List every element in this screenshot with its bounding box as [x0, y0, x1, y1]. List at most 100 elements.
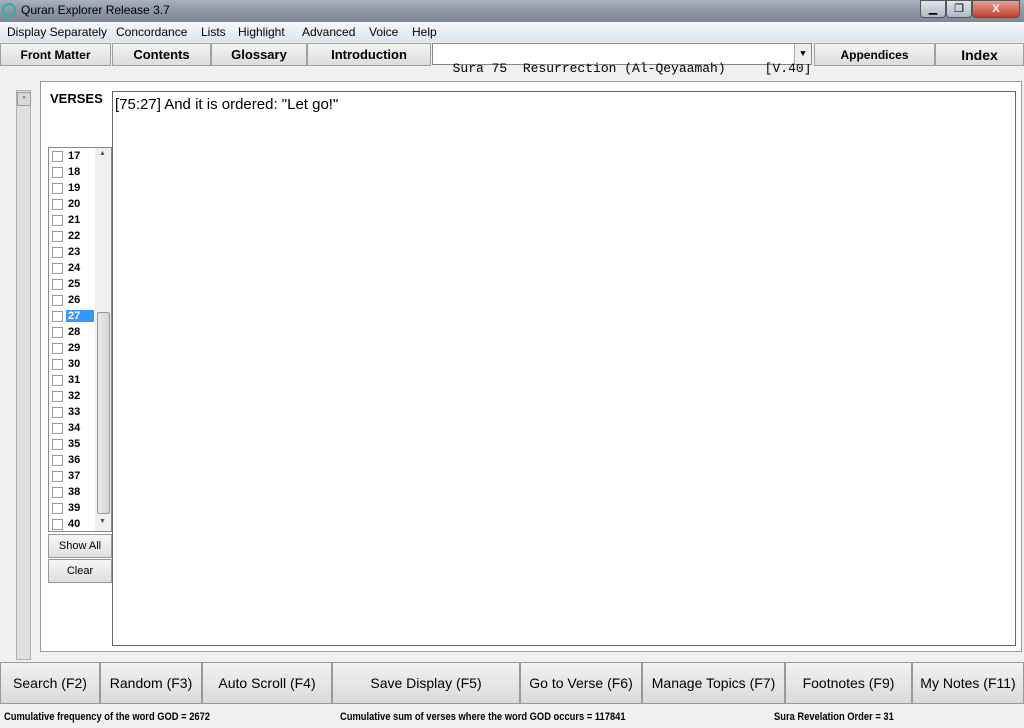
- verse-list-item[interactable]: 21: [52, 212, 94, 228]
- scroll-thumb[interactable]: [97, 312, 110, 514]
- menu-voice[interactable]: Voice: [369, 25, 398, 39]
- verse-checkbox[interactable]: [52, 230, 63, 242]
- verse-checkbox[interactable]: [52, 214, 63, 226]
- index-button[interactable]: Index: [935, 43, 1024, 66]
- verse-checkbox[interactable]: [52, 470, 63, 482]
- menu-advanced[interactable]: Advanced: [302, 25, 355, 39]
- verse-number: 27: [66, 310, 94, 322]
- verse-list-item[interactable]: 26: [52, 292, 94, 308]
- verse-list-item[interactable]: 34: [52, 420, 94, 436]
- verse-number: 22: [68, 230, 81, 242]
- status-god-frequency: Cumulative frequency of the word GOD = 2…: [4, 711, 211, 723]
- my-notes-button[interactable]: My Notes (F11): [912, 662, 1024, 704]
- verse-checkbox[interactable]: [52, 166, 63, 178]
- introduction-button[interactable]: Introduction: [307, 43, 431, 66]
- verse-checkbox[interactable]: [52, 262, 63, 274]
- verse-list-item[interactable]: 24: [52, 260, 94, 276]
- verse-checkbox[interactable]: [52, 518, 63, 530]
- verse-list-item[interactable]: 33: [52, 404, 94, 420]
- verse-checkbox[interactable]: [52, 342, 63, 354]
- menu-display-separately[interactable]: Display Separately: [7, 25, 107, 39]
- side-splitter[interactable]: [16, 90, 31, 660]
- verse-checkbox[interactable]: [52, 278, 63, 290]
- verse-number: 36: [68, 454, 81, 466]
- verse-list-item[interactable]: 17: [52, 148, 94, 164]
- status-god-verse-sum: Cumulative sum of verses where the word …: [340, 711, 626, 723]
- verse-checkbox[interactable]: [52, 422, 63, 434]
- verse-checkbox[interactable]: [52, 390, 63, 402]
- verse-checkbox[interactable]: [52, 294, 63, 306]
- contents-button[interactable]: Contents: [112, 43, 211, 66]
- random-button[interactable]: Random (F3): [100, 662, 202, 704]
- verse-list-item[interactable]: 18: [52, 164, 94, 180]
- verse-checkbox[interactable]: [52, 454, 63, 466]
- front-matter-button[interactable]: Front Matter: [0, 43, 111, 66]
- verse-list-item[interactable]: 38: [52, 484, 94, 500]
- verse-list-item[interactable]: 27: [52, 308, 94, 324]
- verse-checkbox[interactable]: [52, 182, 63, 194]
- verse-number: 29: [68, 342, 81, 354]
- verse-number: 26: [68, 294, 81, 306]
- restore-button[interactable]: ❐: [946, 0, 972, 18]
- verse-list-item[interactable]: 22: [52, 228, 94, 244]
- verse-list-item[interactable]: 19: [52, 180, 94, 196]
- menu-highlight[interactable]: Highlight: [238, 25, 285, 39]
- collapse-button[interactable]: -: [17, 92, 31, 106]
- verse-list[interactable]: 17 18 19 20 21 22 23 24 25 26 27 28 29 30 31 32 33 34 35 36…: [48, 147, 112, 532]
- menu-lists[interactable]: Lists: [201, 25, 226, 39]
- menu-bar: Display Separately Concordance Lists Hig…: [0, 22, 1024, 42]
- verse-list-item[interactable]: 32: [52, 388, 94, 404]
- verse-text: [75:27] And it is ordered: "Let go!": [115, 96, 339, 113]
- menu-help[interactable]: Help: [412, 25, 437, 39]
- verse-list-item[interactable]: 40: [52, 516, 94, 532]
- verse-list-item[interactable]: 29: [52, 340, 94, 356]
- appendices-button[interactable]: Appendices: [814, 43, 935, 66]
- close-button[interactable]: X: [972, 0, 1020, 18]
- glossary-button[interactable]: Glossary: [211, 43, 307, 66]
- verse-checkbox[interactable]: [52, 150, 63, 162]
- verse-checkbox[interactable]: [52, 310, 63, 322]
- save-display-button[interactable]: Save Display (F5): [332, 662, 520, 704]
- verse-checkbox[interactable]: [52, 358, 63, 370]
- clear-button[interactable]: Clear: [48, 559, 112, 583]
- verse-number: 17: [68, 150, 81, 162]
- sura-select[interactable]: Sura 75 Resurrection (Al-Qeyaamah) [V.40…: [432, 43, 812, 76]
- verse-number: 19: [68, 182, 81, 194]
- verse-number: 30: [68, 358, 81, 370]
- verse-number: 25: [68, 278, 81, 290]
- search-button[interactable]: Search (F2): [0, 662, 100, 704]
- verse-list-item[interactable]: 37: [52, 468, 94, 484]
- verse-list-item[interactable]: 30: [52, 356, 94, 372]
- chevron-down-icon[interactable]: ▼: [794, 44, 811, 64]
- show-all-button[interactable]: Show All: [48, 534, 112, 558]
- scroll-down-icon[interactable]: ▼: [99, 518, 106, 525]
- verse-list-item[interactable]: 39: [52, 500, 94, 516]
- manage-topics-button[interactable]: Manage Topics (F7): [642, 662, 785, 704]
- verse-checkbox[interactable]: [52, 502, 63, 514]
- footnotes-button[interactable]: Footnotes (F9): [785, 662, 912, 704]
- verse-list-item[interactable]: 20: [52, 196, 94, 212]
- verse-checkbox[interactable]: [52, 438, 63, 450]
- verse-checkbox[interactable]: [52, 246, 63, 258]
- minimize-button[interactable]: ▁: [920, 0, 946, 18]
- verse-checkbox[interactable]: [52, 326, 63, 338]
- verse-list-item[interactable]: 28: [52, 324, 94, 340]
- verse-list-item[interactable]: 23: [52, 244, 94, 260]
- verse-list-item[interactable]: 36: [52, 452, 94, 468]
- scroll-up-icon[interactable]: ▲: [99, 150, 106, 157]
- verse-checkbox[interactable]: [52, 486, 63, 498]
- verse-display[interactable]: [75:27] And it is ordered: "Let go!": [112, 91, 1016, 646]
- verse-number: 37: [68, 470, 81, 482]
- verse-checkbox[interactable]: [52, 374, 63, 386]
- title-bar: Quran Explorer Release 3.7 ▁ ❐ X: [0, 0, 1024, 22]
- verse-list-item[interactable]: 35: [52, 436, 94, 452]
- verse-list-item[interactable]: 25: [52, 276, 94, 292]
- menu-concordance[interactable]: Concordance: [116, 25, 187, 39]
- verses-label: VERSES: [50, 91, 103, 106]
- verse-list-item[interactable]: 31: [52, 372, 94, 388]
- verse-number: 35: [68, 438, 81, 450]
- auto-scroll-button[interactable]: Auto Scroll (F4): [202, 662, 332, 704]
- go-to-verse-button[interactable]: Go to Verse (F6): [520, 662, 642, 704]
- verse-checkbox[interactable]: [52, 198, 63, 210]
- verse-checkbox[interactable]: [52, 406, 63, 418]
